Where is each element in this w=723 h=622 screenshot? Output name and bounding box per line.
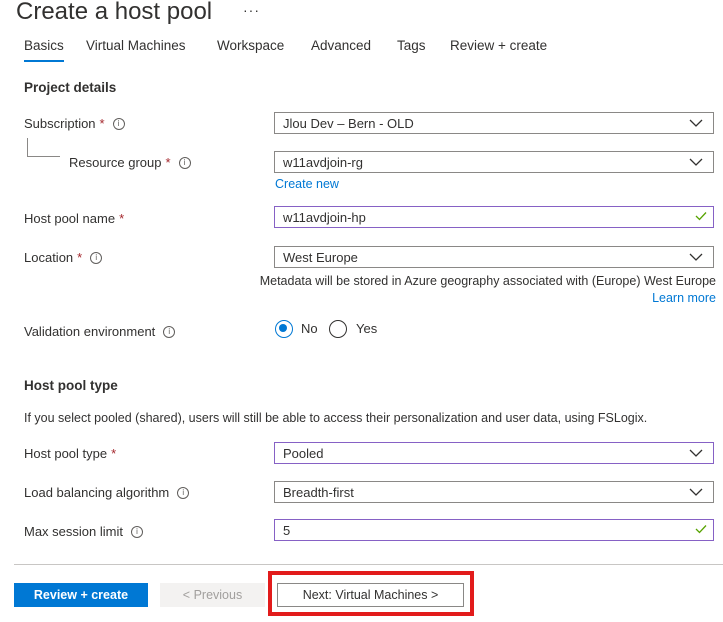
subscription-label: Subscription * i — [24, 116, 125, 131]
radio-no[interactable] — [275, 320, 293, 338]
host-pool-type-description: If you select pooled (shared), users wil… — [24, 411, 648, 425]
radio-no-label: No — [301, 321, 318, 336]
chevron-down-icon — [689, 119, 703, 127]
load-balancing-value: Breadth-first — [283, 485, 354, 500]
max-session-input[interactable]: 5 — [274, 519, 714, 541]
chevron-down-icon — [689, 253, 703, 261]
location-dropdown[interactable]: West Europe — [274, 246, 714, 268]
subscription-dropdown[interactable]: Jlou Dev – Bern - OLD — [274, 112, 714, 134]
host-pool-name-label: Host pool name * — [24, 211, 124, 226]
info-icon[interactable]: i — [112, 117, 125, 130]
radio-yes-label: Yes — [356, 321, 378, 336]
highlight-box — [268, 571, 474, 616]
host-pool-name-label-text: Host pool name — [24, 211, 116, 226]
load-balancing-dropdown[interactable]: Breadth-first — [274, 481, 714, 503]
validation-environment-label: Validation environment i — [24, 324, 176, 339]
tab-basics[interactable]: Basics — [24, 38, 64, 62]
host-pool-name-input[interactable]: w11avdjoin-hp — [274, 206, 714, 228]
required-marker: * — [111, 446, 117, 461]
info-icon[interactable]: i — [163, 325, 176, 338]
resource-group-label-text: Resource group — [69, 155, 162, 170]
validation-environment-label-text: Validation environment — [24, 324, 156, 339]
tab-review-create[interactable]: Review + create — [450, 38, 547, 53]
location-value: West Europe — [283, 250, 358, 265]
chevron-down-icon — [689, 488, 703, 496]
section-heading-project-details: Project details — [24, 80, 117, 95]
checkmark-icon — [695, 212, 707, 221]
location-label: Location * i — [24, 250, 103, 265]
max-session-label: Max session limit i — [24, 524, 143, 539]
required-marker: * — [99, 116, 105, 131]
host-pool-name-value: w11avdjoin-hp — [283, 210, 366, 225]
chevron-down-icon — [689, 158, 703, 166]
resource-group-value: w11avdjoin-rg — [283, 155, 363, 170]
max-session-label-text: Max session limit — [24, 524, 123, 539]
host-pool-type-dropdown[interactable]: Pooled — [274, 442, 714, 464]
host-pool-type-value: Pooled — [283, 446, 324, 461]
info-icon[interactable]: i — [130, 525, 143, 538]
resource-group-label: Resource group * i — [69, 155, 191, 170]
max-session-value: 5 — [283, 523, 291, 538]
review-create-button[interactable]: Review + create — [14, 583, 148, 607]
host-pool-type-label: Host pool type * — [24, 446, 116, 461]
required-marker: * — [77, 250, 83, 265]
resource-group-dropdown[interactable]: w11avdjoin-rg — [274, 151, 714, 173]
footer-divider — [14, 564, 723, 565]
learn-more-link[interactable]: Learn more — [652, 291, 716, 305]
required-marker: * — [165, 155, 171, 170]
checkmark-icon — [695, 525, 707, 534]
load-balancing-label-text: Load balancing algorithm — [24, 485, 170, 500]
chevron-down-icon — [689, 449, 703, 457]
subscription-label-text: Subscription — [24, 116, 96, 131]
location-note: Metadata will be stored in Azure geograp… — [259, 274, 716, 288]
tab-tags[interactable]: Tags — [397, 38, 426, 53]
tree-connector — [27, 138, 60, 157]
page-title: Create a host pool — [16, 0, 213, 25]
info-icon[interactable]: i — [90, 251, 103, 264]
radio-yes[interactable] — [329, 320, 347, 338]
load-balancing-label: Load balancing algorithm i — [24, 485, 190, 500]
info-icon[interactable]: i — [178, 156, 191, 169]
subscription-value: Jlou Dev – Bern - OLD — [283, 116, 414, 131]
tab-virtual-machines[interactable]: Virtual Machines — [86, 38, 186, 53]
tab-workspace[interactable]: Workspace — [217, 38, 284, 53]
more-options-icon[interactable]: ··· — [243, 2, 260, 18]
create-new-link[interactable]: Create new — [275, 177, 339, 191]
info-icon[interactable]: i — [177, 486, 190, 499]
required-marker: * — [119, 211, 125, 226]
previous-button[interactable]: < Previous — [160, 583, 265, 607]
host-pool-type-label-text: Host pool type — [24, 446, 108, 461]
section-heading-host-pool-type: Host pool type — [24, 378, 118, 393]
tab-advanced[interactable]: Advanced — [311, 38, 371, 53]
location-label-text: Location — [24, 250, 74, 265]
